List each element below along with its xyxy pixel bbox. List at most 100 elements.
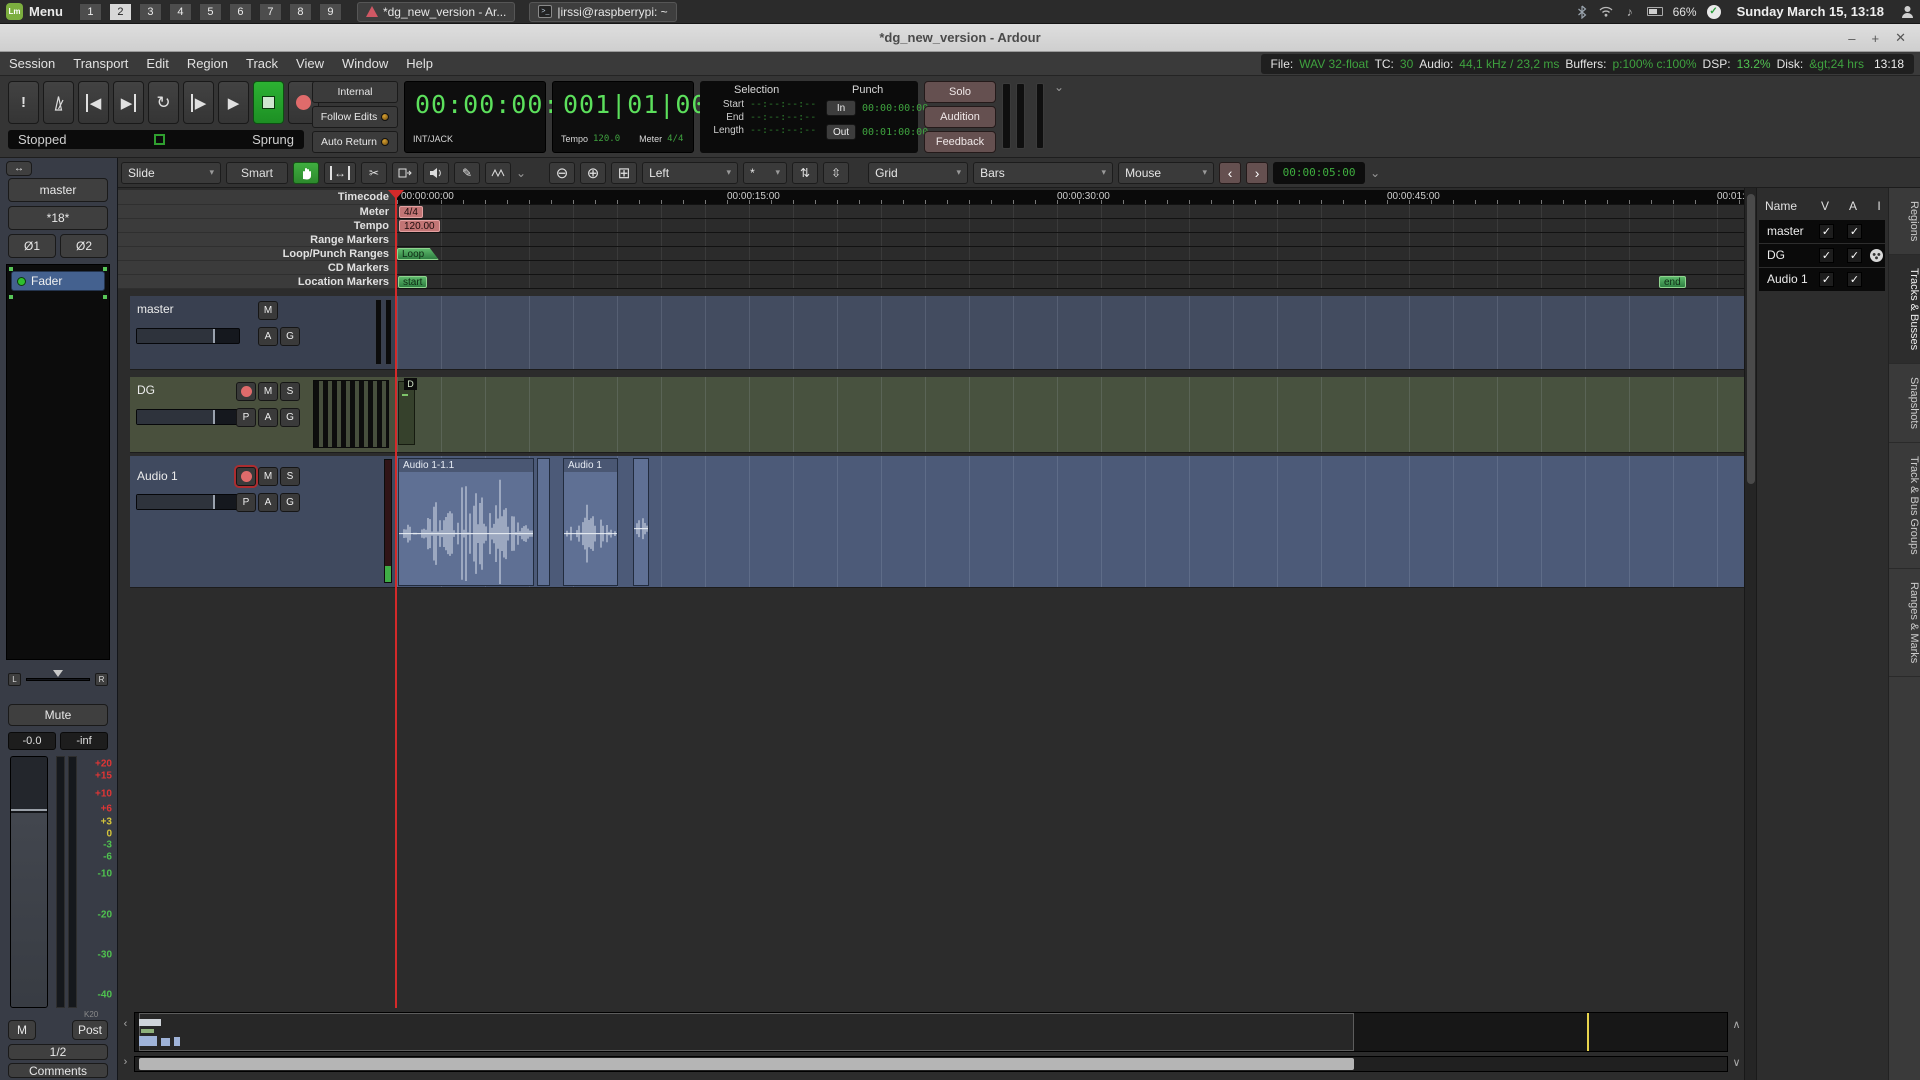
goto-end-button[interactable]: ▶ <box>113 81 144 124</box>
scroll-right-button[interactable]: › <box>119 1054 132 1070</box>
pan-handle[interactable] <box>53 670 63 677</box>
active-checkbox[interactable]: ✓ <box>1847 224 1862 239</box>
track-header-dg[interactable]: DG M S P A G <box>130 377 397 453</box>
menu-button[interactable]: Menu <box>29 4 63 19</box>
workspace-2[interactable]: 2 <box>109 3 132 21</box>
track-gain-fader[interactable] <box>136 409 240 425</box>
scroll-up-button[interactable]: ∧ <box>1730 1016 1743 1032</box>
expand-tracks-button[interactable]: ⇳ <box>823 162 849 184</box>
audio-region-1[interactable]: Audio 1-1.1 <box>398 458 534 586</box>
dg-group-button[interactable]: G <box>280 408 300 427</box>
workspace-4[interactable]: 4 <box>169 3 192 21</box>
end-marker[interactable]: end <box>1659 276 1686 288</box>
master-automation-button[interactable]: A <box>258 327 278 346</box>
tab-snapshots[interactable]: Snapshots <box>1889 364 1920 443</box>
zoom-out-button[interactable]: ⊖ <box>549 162 575 184</box>
meter-marker[interactable]: 4/4 <box>399 206 423 218</box>
menu-help[interactable]: Help <box>397 52 442 75</box>
selection-end-value[interactable]: --:--:--:-- <box>750 112 816 123</box>
taskbar-window-terminal[interactable]: >_ |irssi@raspberrypi: ~ <box>529 2 676 22</box>
processor-active-led[interactable] <box>17 277 26 286</box>
tab-regions[interactable]: Regions <box>1889 188 1920 255</box>
peak-display[interactable]: -inf <box>60 732 108 750</box>
visible-checkbox[interactable]: ✓ <box>1819 224 1834 239</box>
master-mute-button[interactable]: M <box>258 301 278 320</box>
range-markers-ruler[interactable]: Range Markers <box>118 233 1744 247</box>
nudge-clock[interactable]: 00:00:05:00 <box>1273 162 1365 184</box>
active-checkbox[interactable]: ✓ <box>1847 272 1862 287</box>
loop-range-marker[interactable]: Loop <box>397 248 439 260</box>
edit-mode-dropdown[interactable]: Slide▾ <box>121 162 221 184</box>
visible-checkbox[interactable]: ✓ <box>1819 248 1834 263</box>
punch-in-value[interactable]: 00:00:00:00 <box>862 103 928 114</box>
scroll-down-button[interactable]: ∨ <box>1730 1054 1743 1070</box>
shuttle-indicator[interactable] <box>154 134 165 145</box>
marker-scope-dropdown[interactable]: *▾ <box>743 162 787 184</box>
audio-region-stub[interactable] <box>537 458 550 586</box>
clock-source[interactable]: INT/JACK <box>413 134 453 144</box>
comments-button[interactable]: Comments <box>8 1063 108 1078</box>
session-overview[interactable] <box>134 1012 1728 1052</box>
playhead[interactable] <box>395 190 397 1008</box>
track-header-audio1[interactable]: Audio 1 M S P A G <box>130 456 397 588</box>
workspace-9[interactable]: 9 <box>319 3 342 21</box>
audio-player-icon[interactable]: ♪ <box>1623 5 1637 19</box>
audio1-playlist-button[interactable]: P <box>236 493 256 512</box>
vertical-scrollbar[interactable] <box>1744 188 1756 1080</box>
playhead-head[interactable] <box>388 190 404 199</box>
dg-mute-button[interactable]: M <box>258 382 278 401</box>
audio1-group-button[interactable]: G <box>280 493 300 512</box>
audio-region-2[interactable]: Audio 1 <box>563 458 618 586</box>
update-shield-icon[interactable]: ✓ <box>1707 5 1721 19</box>
taskbar-datetime[interactable]: Sunday March 15, 13:18 <box>1737 4 1884 19</box>
track-header-master[interactable]: master M A G <box>130 296 397 370</box>
tools-chevron[interactable]: ⌄ <box>516 166 526 180</box>
workspace-8[interactable]: 8 <box>289 3 312 21</box>
workspace-3[interactable]: 3 <box>139 3 162 21</box>
nudge-chevron[interactable]: ⌄ <box>1370 166 1380 180</box>
track-name[interactable]: Audio 1 <box>137 469 178 483</box>
loop-button[interactable]: ↻ <box>148 81 179 124</box>
timecode-ruler[interactable]: Timecode 00:00:00:00 00:00:15:00 00:00:3… <box>118 190 1744 205</box>
scroll-left-button[interactable]: ‹ <box>119 1016 132 1032</box>
master-group-button[interactable]: G <box>280 327 300 346</box>
minimize-button[interactable]: – <box>1848 31 1855 46</box>
shuttle-mode[interactable]: Sprung <box>252 132 294 147</box>
range-tool-button[interactable]: ↔ <box>324 162 356 184</box>
stretch-tool-button[interactable] <box>392 162 418 184</box>
strip-name-button[interactable]: master <box>8 178 108 202</box>
processor-box[interactable]: Fader <box>6 264 110 660</box>
active-checkbox[interactable]: ✓ <box>1847 248 1862 263</box>
workspace-7[interactable]: 7 <box>259 3 282 21</box>
menu-edit[interactable]: Edit <box>137 52 177 75</box>
tempo-marker[interactable]: 120.00 <box>399 220 440 232</box>
audition-button[interactable]: Audition <box>924 106 996 128</box>
list-row-master[interactable]: master ✓ ✓ <box>1759 220 1885 243</box>
tempo-value[interactable]: 120.0 <box>593 134 620 144</box>
dg-automation-button[interactable]: A <box>258 408 278 427</box>
close-button[interactable]: ✕ <box>1895 30 1906 46</box>
track-body-master[interactable] <box>397 296 1744 370</box>
audio-region-3[interactable] <box>633 458 649 586</box>
zoom-focus-dropdown[interactable]: Left▾ <box>642 162 738 184</box>
bluetooth-icon[interactable] <box>1575 5 1589 19</box>
cut-tool-button[interactable]: ✂ <box>361 162 387 184</box>
menu-track[interactable]: Track <box>237 52 287 75</box>
meter-type-label[interactable]: K20 <box>84 1010 98 1019</box>
strip-input-button[interactable]: *18* <box>8 206 108 230</box>
selection-start-value[interactable]: --:--:--:-- <box>750 99 816 110</box>
smart-mode-button[interactable]: Smart <box>226 162 288 184</box>
column-active[interactable]: A <box>1843 199 1863 213</box>
track-name[interactable]: master <box>137 302 174 316</box>
track-gain-fader[interactable] <box>136 494 240 510</box>
edit-point-dropdown[interactable]: Mouse▾ <box>1118 162 1214 184</box>
gain-fader[interactable] <box>10 756 48 1008</box>
meter-value[interactable]: 4/4 <box>667 134 683 144</box>
zoom-in-button[interactable]: ⊕ <box>580 162 606 184</box>
meter-point-button[interactable]: Post <box>72 1020 108 1040</box>
feedback-button[interactable]: Feedback <box>924 131 996 153</box>
auto-return-button[interactable]: Auto Return <box>312 131 398 153</box>
tab-track-bus-groups[interactable]: Track & Bus Groups <box>1889 443 1920 569</box>
track-name[interactable]: DG <box>137 383 155 397</box>
sync-source-button[interactable]: Internal <box>312 81 398 103</box>
